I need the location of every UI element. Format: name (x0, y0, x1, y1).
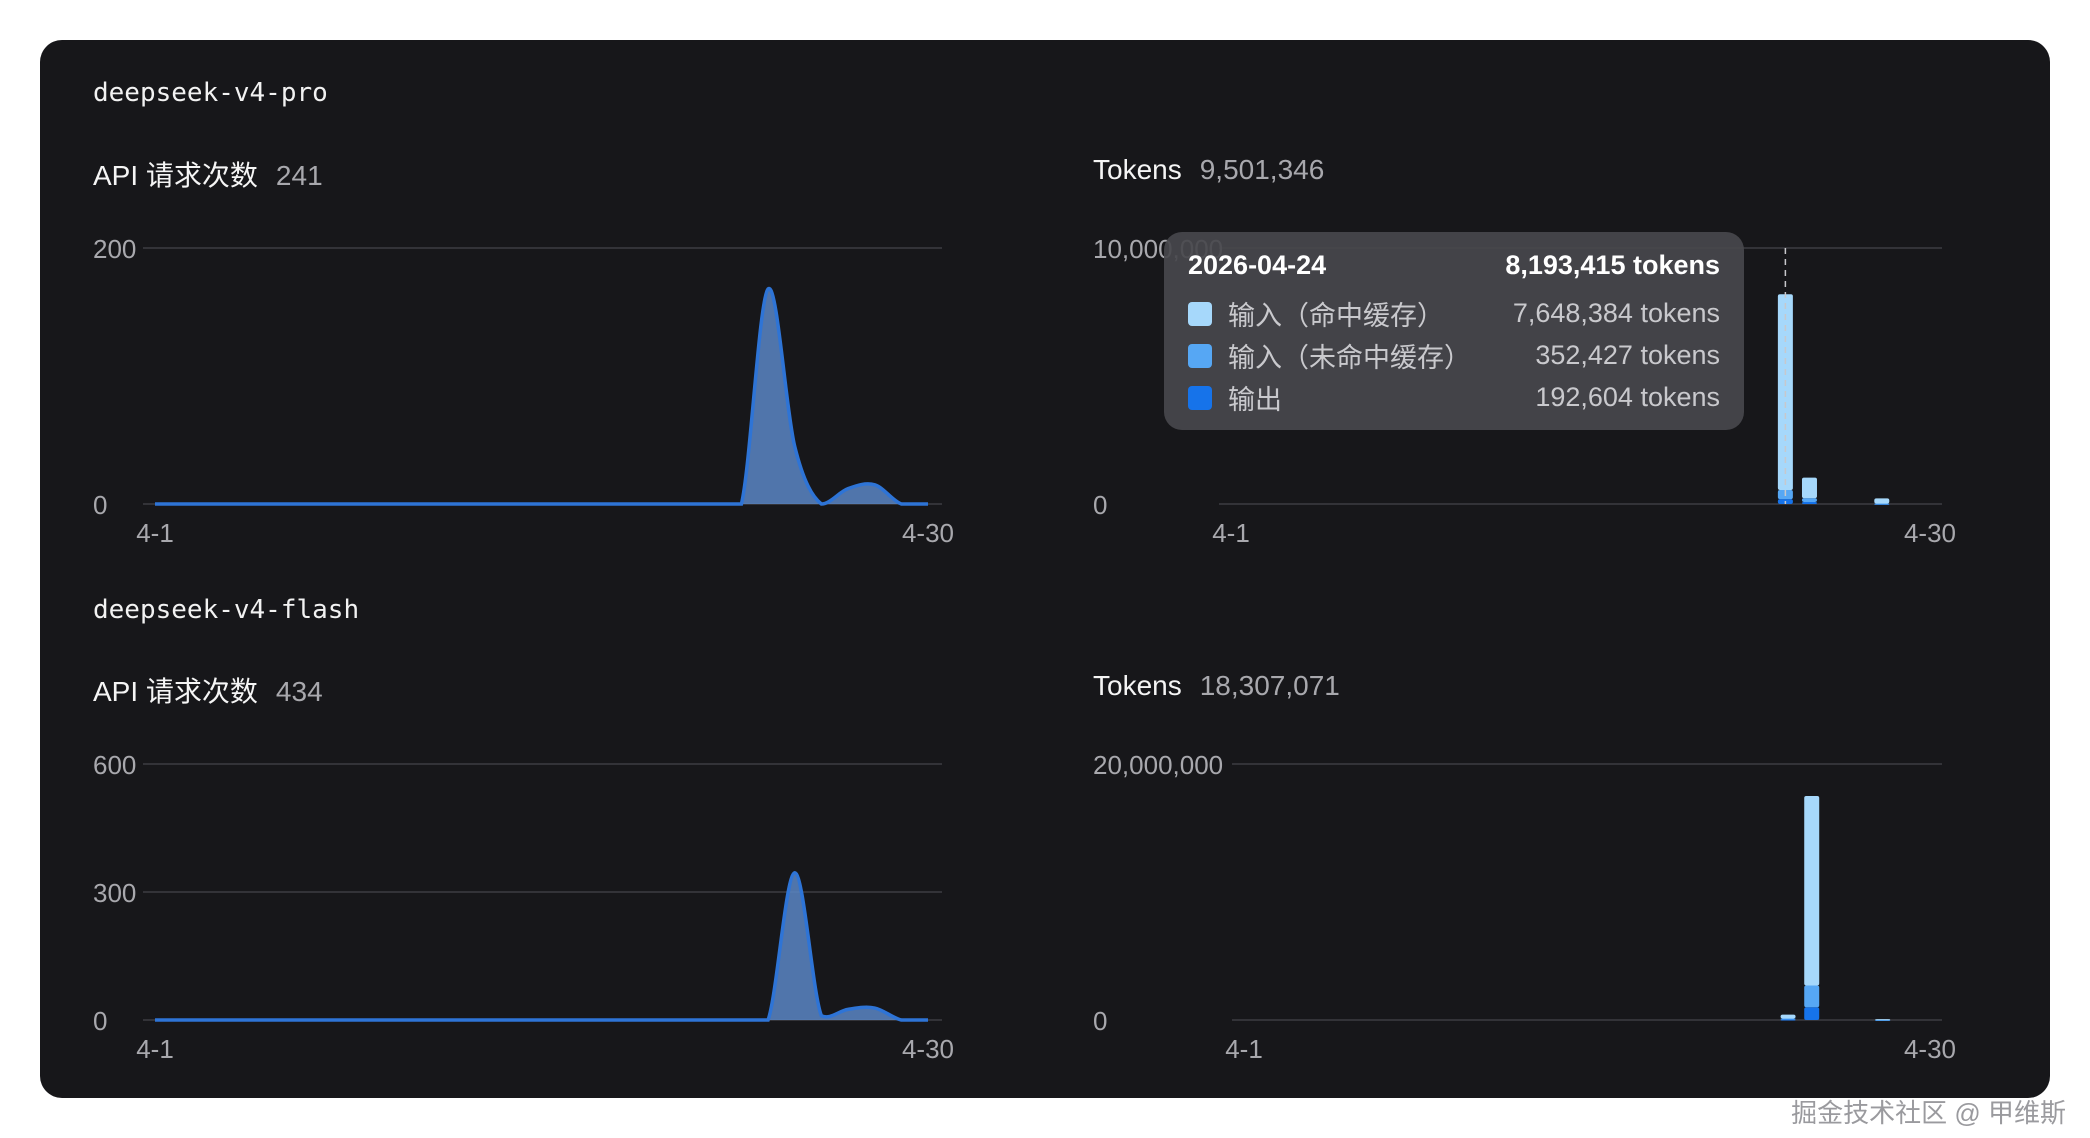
tooltip-row-value: 352,427 tokens (1535, 340, 1720, 370)
tooltip-row-name: 输出 (1228, 385, 1282, 415)
y-tick-label: 20,000,000 (1093, 750, 1223, 780)
bar-segment-cache_miss (1874, 503, 1890, 505)
pro-requests-chart: 0 200 4-1 4-30 (93, 234, 954, 548)
chart-tooltip: 2026-04-24 8,193,415 tokens 输入（命中缓存） 7,6… (1164, 232, 1744, 430)
usage-charts: 02004-1 4-30010,000,0004-1 4-3003006004-1 4… (93, 234, 1956, 1064)
y-tick-label: 0 (1093, 1006, 1107, 1036)
x-tick-label: 4-30 (1904, 518, 1956, 548)
y-tick-label: 200 (93, 234, 136, 264)
tooltip-row-name: 输入（未命中缓存） (1228, 343, 1471, 373)
bar-segment-cache_miss (1780, 1018, 1796, 1020)
cache-hit-swatch (1188, 301, 1212, 326)
requests-area (155, 288, 928, 504)
y-tick-label: 0 (93, 1006, 107, 1036)
tooltip-row-output: 输出 192,604 tokens (1188, 378, 1720, 417)
watermark: 掘金技术社区 @ 甲维斯 (1791, 1098, 2066, 1128)
x-tick-label: 4-1 (1225, 1034, 1263, 1064)
x-tick-label: 4-30 (902, 518, 954, 548)
bar-segment-output (1804, 1007, 1820, 1020)
y-tick-label: 0 (93, 490, 107, 520)
y-tick-label: 0 (1093, 490, 1107, 520)
bar-segment-cache_miss (1801, 498, 1817, 502)
bar-segment-cache_hit (1875, 1019, 1891, 1021)
bar-segment-output (1801, 501, 1817, 504)
x-tick-label: 4-1 (136, 1034, 174, 1064)
bar-segment-output (1780, 1019, 1796, 1021)
tooltip-date: 2026-04-24 (1188, 250, 1327, 280)
x-tick-label: 4-30 (1904, 1034, 1956, 1064)
bar-segment-cache_hit (1804, 796, 1820, 986)
requests-line (155, 287, 928, 506)
tooltip-row-value: 192,604 tokens (1535, 382, 1720, 412)
tooltip-total: 8,193,415 tokens (1505, 250, 1720, 280)
bar-segment-cache_hit (1874, 498, 1890, 504)
flash-requests-chart: 0 300 600 4-1 4-30 (93, 750, 954, 1064)
tooltip-row-cache-hit: 输入（命中缓存） 7,648,384 tokens (1188, 294, 1720, 333)
tooltip-header: 2026-04-24 8,193,415 tokens (1188, 250, 1720, 281)
cache-miss-swatch (1188, 343, 1212, 368)
flash-tokens-chart: 0 20,000,000 4-1 4-30 (1093, 750, 1956, 1064)
y-tick-label: 300 (93, 878, 136, 908)
bar-segment-cache_miss (1804, 985, 1820, 1008)
tooltip-row-value: 7,648,384 tokens (1512, 298, 1720, 328)
output-swatch (1188, 385, 1212, 410)
x-tick-label: 4-30 (902, 1034, 954, 1064)
bar-segment-cache_hit (1780, 1014, 1796, 1019)
tooltip-row-name: 输入（命中缓存） (1228, 301, 1444, 331)
x-tick-label: 4-1 (136, 518, 174, 548)
y-tick-label: 600 (93, 750, 136, 780)
tooltip-row-cache-miss: 输入（未命中缓存） 352,427 tokens (1188, 336, 1720, 375)
requests-area (155, 872, 928, 1020)
bar-segment-cache_hit (1801, 477, 1817, 499)
x-tick-label: 4-1 (1212, 518, 1250, 548)
